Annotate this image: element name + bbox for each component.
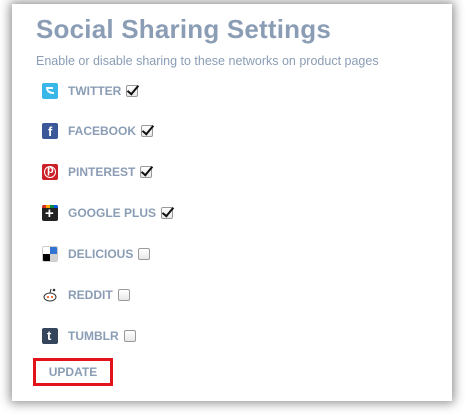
page-title: Social Sharing Settings — [36, 14, 331, 44]
page-subtitle: Enable or disable sharing to these netwo… — [36, 54, 379, 68]
network-row-facebook: FACEBOOK — [42, 121, 154, 141]
update-button[interactable]: UPDATE — [49, 365, 97, 379]
reddit-checkbox[interactable] — [117, 289, 130, 301]
update-button-highlight: UPDATE — [33, 358, 113, 386]
network-row-google-plus: GOOGLE PLUS — [42, 203, 174, 223]
google-plus-checkbox[interactable] — [161, 207, 174, 219]
network-row-tumblr: TUMBLR — [42, 326, 136, 346]
settings-panel: Social Sharing Settings Enable or disabl… — [12, 4, 452, 401]
network-label-google-plus: GOOGLE PLUS — [68, 206, 157, 220]
network-label-twitter: TWITTER — [68, 84, 122, 98]
twitter-checkbox[interactable] — [126, 85, 139, 97]
network-label-facebook: FACEBOOK — [68, 124, 137, 138]
network-row-twitter: TWITTER — [42, 81, 139, 101]
tumblr-checkbox[interactable] — [123, 330, 136, 342]
twitter-icon — [42, 83, 58, 99]
pinterest-checkbox[interactable] — [140, 166, 153, 178]
network-label-delicious: DELICIOUS — [68, 247, 134, 261]
network-row-delicious: DELICIOUS — [42, 244, 151, 264]
delicious-icon — [42, 246, 58, 262]
pinterest-icon — [42, 164, 58, 180]
tumblr-icon — [42, 328, 58, 344]
network-row-reddit: REDDIT — [42, 285, 130, 305]
facebook-checkbox[interactable] — [141, 125, 154, 137]
delicious-checkbox[interactable] — [138, 248, 151, 260]
network-label-reddit: REDDIT — [68, 288, 113, 302]
facebook-icon — [42, 123, 58, 139]
network-label-pinterest: PINTEREST — [68, 165, 136, 179]
google-plus-icon — [42, 205, 58, 221]
network-label-tumblr: TUMBLR — [68, 329, 119, 343]
reddit-icon — [42, 287, 58, 303]
network-row-pinterest: PINTEREST — [42, 162, 153, 182]
